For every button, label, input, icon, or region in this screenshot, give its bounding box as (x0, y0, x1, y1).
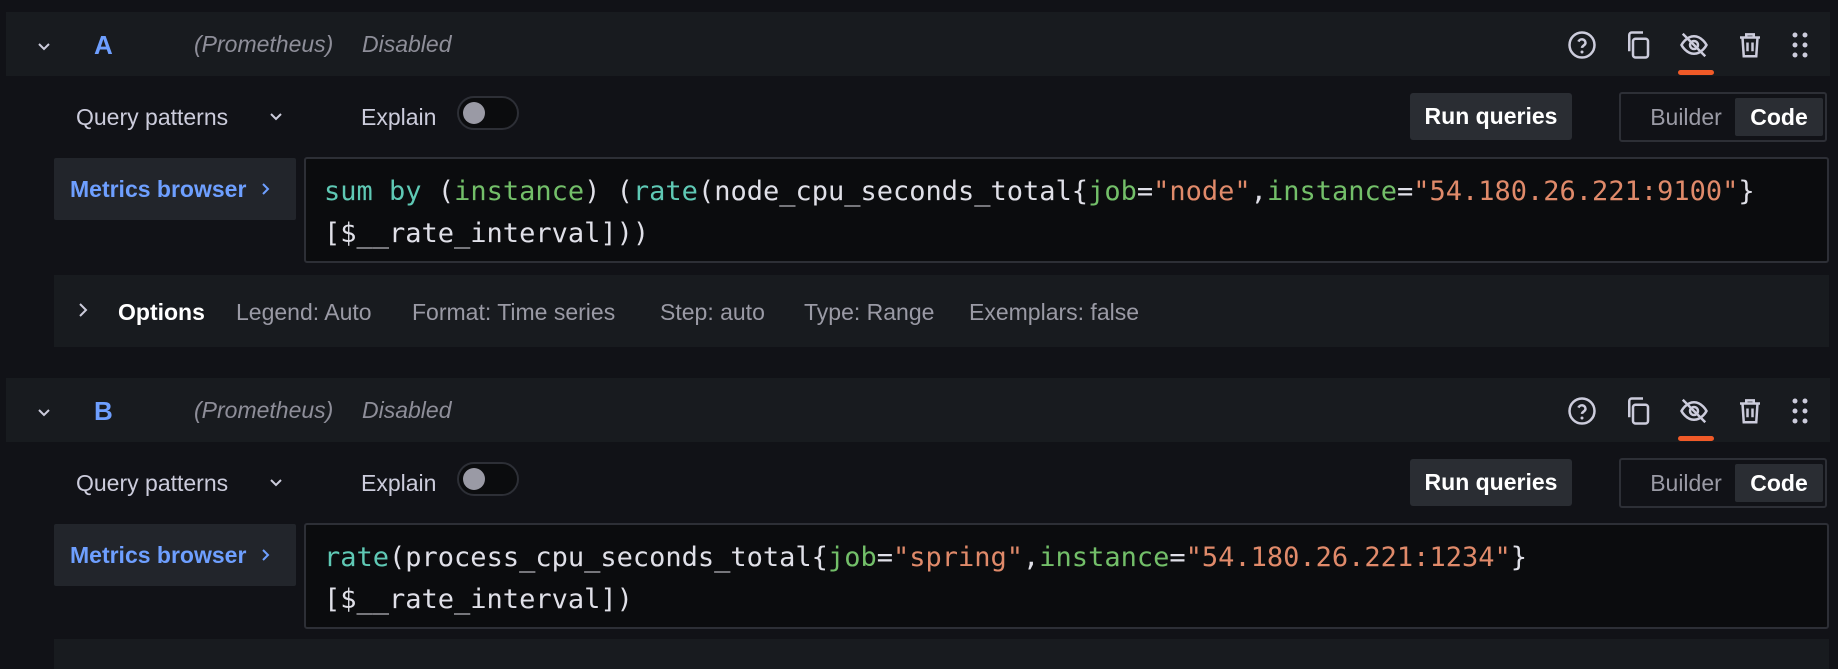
code-token: "node" (1153, 176, 1251, 207)
hide-active-indicator (1678, 436, 1714, 441)
toggle-knob (463, 468, 485, 490)
code-token: } (1510, 542, 1527, 573)
explain-toggle[interactable] (457, 462, 519, 496)
mode-builder-option[interactable]: Builder (1625, 464, 1747, 502)
query-letter[interactable]: B (94, 396, 113, 427)
option-type: Type: Range (804, 299, 935, 325)
copy-icon[interactable] (1621, 394, 1655, 428)
question-circle-icon[interactable] (1565, 28, 1599, 62)
drag-handle-icon[interactable] (1783, 394, 1817, 428)
editor-mode-switch: Builder Code (1619, 92, 1827, 142)
run-queries-button[interactable]: Run queries (1410, 459, 1572, 506)
code-token: rate (324, 542, 390, 573)
code-token: = (1396, 176, 1414, 207)
query-letter[interactable]: A (94, 30, 113, 61)
code-token: job (1088, 176, 1137, 207)
option-exemplars: Exemplars: false (969, 299, 1140, 325)
query-datasource: (Prometheus) (194, 397, 334, 423)
code-token: instance (1266, 176, 1397, 207)
code-line-2: [$__rate_interval])) (324, 218, 650, 249)
code-token: = (1169, 542, 1186, 573)
explain-label: Explain (361, 470, 437, 496)
chevron-down-icon[interactable] (268, 474, 284, 495)
query-toolbar-b: Query patterns Explain Run queries Build… (0, 452, 1838, 512)
drag-handle-icon[interactable] (1783, 28, 1817, 62)
mode-code-option[interactable]: Code (1735, 98, 1823, 136)
code-token: ( (421, 176, 455, 207)
eye-slash-icon[interactable] (1677, 394, 1711, 428)
code-token: by (389, 176, 422, 207)
query-options-b[interactable] (54, 639, 1829, 669)
mode-builder-option[interactable]: Builder (1625, 98, 1747, 136)
toggle-knob (463, 102, 485, 124)
option-format: Format: Time series (412, 299, 616, 325)
code-token: "54.180.26.221:9100" (1413, 176, 1739, 207)
options-title[interactable]: Options (118, 299, 205, 326)
metrics-browser-button[interactable]: Metrics browser (54, 158, 296, 220)
explain-toggle[interactable] (457, 96, 519, 130)
chevron-right-icon[interactable] (76, 301, 90, 324)
code-token: "54.180.26.221:1234" (1185, 542, 1511, 573)
code-token: ) ( (584, 176, 633, 207)
code-token: rate (632, 176, 698, 207)
query-header-b: B (Prometheus) Disabled (6, 378, 1830, 442)
code-token: (process_cpu_seconds_total{ (389, 542, 828, 573)
code-token: } (1738, 176, 1755, 207)
question-circle-icon[interactable] (1565, 394, 1599, 428)
query-code-editor[interactable]: rate(process_cpu_seconds_total{job="spri… (304, 523, 1829, 629)
code-token: instance (454, 176, 585, 207)
metrics-browser-label: Metrics browser (70, 175, 247, 202)
chevron-down-icon[interactable] (30, 398, 58, 426)
metrics-browser-label: Metrics browser (70, 541, 247, 568)
metrics-browser-button[interactable]: Metrics browser (54, 524, 296, 586)
code-token: , (1023, 542, 1040, 573)
run-queries-button[interactable]: Run queries (1410, 93, 1572, 140)
query-patterns-dropdown[interactable]: Query patterns (76, 470, 228, 497)
query-options-a[interactable]: Options Legend: Auto Format: Time series… (54, 275, 1829, 347)
code-token: "spring" (892, 542, 1024, 573)
trash-icon[interactable] (1733, 394, 1767, 428)
trash-icon[interactable] (1733, 28, 1767, 62)
copy-icon[interactable] (1621, 28, 1655, 62)
chevron-right-icon (258, 548, 272, 562)
editor-mode-switch: Builder Code (1619, 458, 1827, 508)
code-token: = (1136, 176, 1154, 207)
code-token: instance (1039, 542, 1170, 573)
option-step: Step: auto (660, 299, 765, 325)
code-token: (node_cpu_seconds_total{ (697, 176, 1089, 207)
query-datasource: (Prometheus) (194, 31, 334, 57)
explain-label: Explain (361, 104, 437, 130)
query-status: Disabled (362, 397, 452, 423)
code-line-2: [$__rate_interval]) (324, 584, 633, 615)
chevron-down-icon[interactable] (30, 32, 58, 60)
query-patterns-dropdown[interactable]: Query patterns (76, 104, 228, 131)
option-legend: Legend: Auto (236, 299, 372, 325)
eye-slash-icon[interactable] (1677, 28, 1711, 62)
code-token: sum (324, 176, 373, 207)
hide-active-indicator (1678, 70, 1714, 75)
query-status: Disabled (362, 31, 452, 57)
code-token: job (827, 542, 877, 573)
code-token: , (1250, 176, 1267, 207)
chevron-right-icon (258, 182, 272, 196)
code-token: = (876, 542, 893, 573)
chevron-down-icon[interactable] (268, 108, 284, 129)
query-header-a: A (Prometheus) Disabled (6, 12, 1830, 76)
mode-code-option[interactable]: Code (1735, 464, 1823, 502)
query-toolbar-a: Query patterns Explain Run queries Build… (0, 86, 1838, 146)
query-code-editor[interactable]: sum by (instance) (rate(node_cpu_seconds… (304, 157, 1829, 263)
